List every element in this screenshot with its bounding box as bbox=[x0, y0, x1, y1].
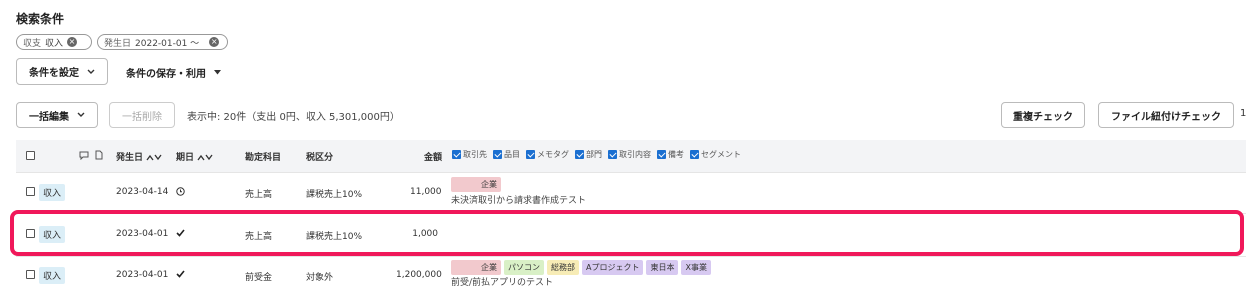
column-option-label: 品目 bbox=[504, 150, 520, 159]
chip-value: 2022-01-01 ～ bbox=[135, 38, 200, 49]
column-option-label: メモタグ bbox=[537, 150, 569, 159]
highlight-box bbox=[10, 210, 1244, 256]
header-account: 勘定科目 bbox=[245, 153, 282, 163]
result-summary: 表示中: 20件（支出 0円、収入 5,301,000円） bbox=[187, 112, 400, 123]
save-use-label: 条件の保存・利用 bbox=[126, 69, 206, 80]
row-tax: 課税売上10% bbox=[306, 190, 363, 200]
trailing-text: 1 bbox=[1240, 108, 1246, 119]
chip-value: 収入 bbox=[45, 38, 64, 49]
chip-key: 発生日 bbox=[104, 38, 132, 49]
row-tax: 対象外 bbox=[306, 273, 334, 283]
column-option[interactable]: 備考 bbox=[657, 149, 684, 160]
segment-tag: X事業 bbox=[681, 260, 711, 275]
file-link-check-button[interactable]: ファイル紐付けチェック bbox=[1098, 102, 1234, 128]
header-due[interactable]: 期日 bbox=[176, 150, 213, 163]
header-date-label: 発生日 bbox=[116, 153, 144, 163]
row-checkbox[interactable] bbox=[26, 270, 35, 279]
set-conditions-label: 条件を設定 bbox=[29, 68, 79, 79]
column-option[interactable]: セグメント bbox=[690, 149, 741, 160]
chip-key: 収支 bbox=[23, 38, 42, 49]
row-checkbox[interactable] bbox=[26, 229, 35, 238]
chip-remove-icon[interactable]: × bbox=[67, 37, 78, 47]
type-badge: 収入 bbox=[39, 184, 66, 201]
segment-tag: 東日本 bbox=[646, 260, 679, 275]
chevron-down-icon bbox=[87, 69, 95, 74]
row-memo: 前受/前払アプリのテスト bbox=[451, 278, 554, 288]
row-checkbox[interactable] bbox=[26, 187, 35, 196]
row-date: 2023-04-14 bbox=[116, 187, 169, 197]
search-conditions-title: 検索条件 bbox=[16, 12, 65, 26]
sort-icon bbox=[197, 154, 213, 161]
column-option[interactable]: 部門 bbox=[575, 149, 602, 160]
partner-tag: 企業 bbox=[451, 177, 501, 192]
row-tax: 課税売上10% bbox=[306, 232, 363, 242]
column-option-label: 取引先 bbox=[463, 150, 487, 159]
row-account: 売上高 bbox=[245, 232, 273, 242]
row-divider bbox=[16, 213, 1246, 214]
column-option-label: 備考 bbox=[668, 150, 684, 159]
column-option-label: 部門 bbox=[586, 150, 602, 159]
column-option[interactable]: 品目 bbox=[493, 149, 520, 160]
check-icon bbox=[176, 270, 185, 278]
select-all-checkbox[interactable] bbox=[26, 151, 35, 160]
column-option[interactable]: 取引先 bbox=[452, 149, 487, 160]
row-divider bbox=[16, 172, 1246, 173]
sort-icon bbox=[146, 154, 162, 161]
clock-icon bbox=[176, 187, 185, 196]
bulk-edit-label: 一括編集 bbox=[29, 111, 69, 123]
bulk-edit-button[interactable]: 一括編集 bbox=[16, 102, 98, 128]
row-date: 2023-04-01 bbox=[116, 270, 169, 280]
comment-icon bbox=[79, 151, 89, 160]
filter-chip-income-type[interactable]: 収支 収入 × bbox=[16, 34, 92, 50]
save-use-conditions-button[interactable]: 条件の保存・利用 bbox=[126, 65, 221, 80]
row-date: 2023-04-01 bbox=[116, 229, 169, 239]
row-amount: 11,000 bbox=[410, 187, 442, 197]
item-tag: パソコン bbox=[504, 260, 544, 275]
row-amount: 1,000 bbox=[412, 229, 438, 239]
filter-chip-date[interactable]: 発生日 2022-01-01 ～ × bbox=[97, 34, 228, 50]
header-due-label: 期日 bbox=[176, 153, 195, 163]
header-amount: 金額 bbox=[424, 153, 443, 163]
row-account: 前受金 bbox=[245, 273, 273, 283]
partner-tag: 企業 bbox=[451, 260, 501, 275]
column-option[interactable]: メモタグ bbox=[526, 149, 569, 160]
header-date[interactable]: 発生日 bbox=[116, 150, 162, 163]
segment-tag: Aプロジェクト bbox=[582, 260, 644, 275]
caret-down-icon bbox=[214, 70, 221, 75]
row-memo: 未決済取引から請求書作成テスト bbox=[451, 196, 587, 206]
bulk-delete-button[interactable]: 一括削除 bbox=[109, 102, 175, 128]
duplicate-check-button[interactable]: 重複チェック bbox=[1001, 102, 1085, 128]
bulk-delete-label: 一括削除 bbox=[122, 111, 162, 123]
column-checkbox[interactable] bbox=[657, 150, 666, 159]
column-option-label: 取引内容 bbox=[619, 150, 651, 159]
column-checkbox[interactable] bbox=[608, 150, 617, 159]
column-checkbox[interactable] bbox=[493, 150, 502, 159]
column-options: 取引先 品目 メモタグ 部門 取引内容 備考 セグメント bbox=[452, 149, 744, 160]
check-icon bbox=[176, 229, 185, 237]
chevron-down-icon bbox=[77, 112, 85, 117]
column-checkbox[interactable] bbox=[452, 150, 461, 159]
column-checkbox[interactable] bbox=[575, 150, 584, 159]
row-divider bbox=[16, 256, 1246, 257]
type-badge: 収入 bbox=[39, 267, 66, 284]
set-conditions-button[interactable]: 条件を設定 bbox=[16, 58, 108, 85]
chip-remove-icon[interactable]: × bbox=[209, 37, 220, 47]
column-checkbox[interactable] bbox=[690, 150, 699, 159]
file-link-check-label: ファイル紐付けチェック bbox=[1111, 111, 1221, 123]
type-badge: 収入 bbox=[39, 226, 66, 243]
row-tags: 企業 パソコン 総務部 Aプロジェクト 東日本 X事業 bbox=[451, 260, 711, 275]
column-option[interactable]: 取引内容 bbox=[608, 149, 651, 160]
file-icon bbox=[95, 150, 103, 160]
column-checkbox[interactable] bbox=[526, 150, 535, 159]
row-account: 売上高 bbox=[245, 190, 273, 200]
column-option-label: セグメント bbox=[701, 150, 741, 159]
header-tax: 税区分 bbox=[306, 153, 334, 163]
row-amount: 1,200,000 bbox=[396, 270, 442, 280]
duplicate-check-label: 重複チェック bbox=[1013, 111, 1073, 123]
department-tag: 総務部 bbox=[547, 260, 579, 275]
